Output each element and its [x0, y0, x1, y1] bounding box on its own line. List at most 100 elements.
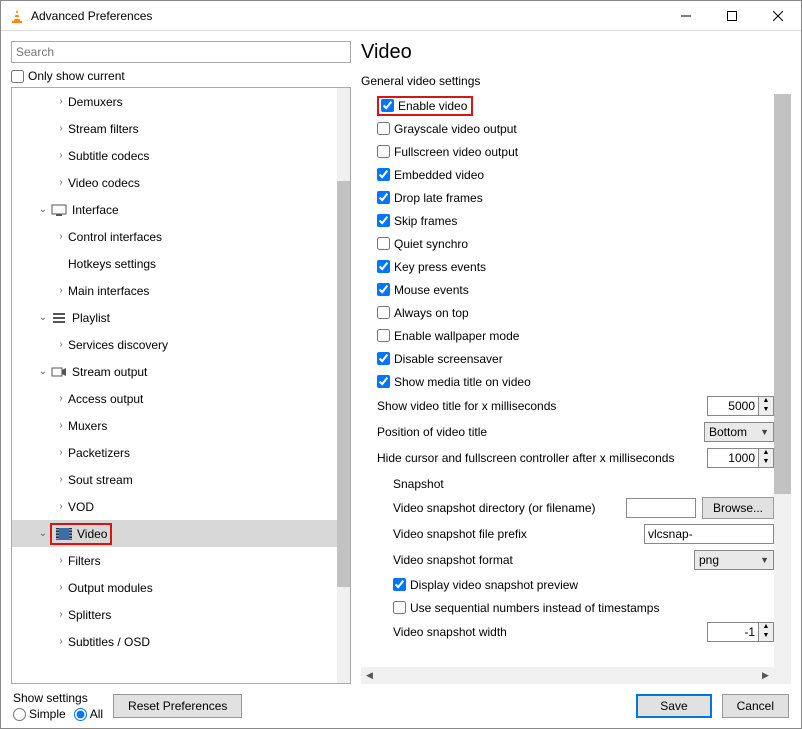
- tree-item-label: Output modules: [68, 581, 153, 595]
- expander-icon[interactable]: ›: [54, 447, 68, 458]
- expander-icon[interactable]: ⌄: [36, 366, 50, 377]
- snapshot-format-combo[interactable]: png▼: [694, 550, 774, 570]
- settings-v-scrollbar[interactable]: [774, 94, 791, 667]
- expander-icon[interactable]: ›: [54, 150, 68, 161]
- tree-subtitle-codecs[interactable]: ›Subtitle codecs: [12, 142, 337, 169]
- close-button[interactable]: [755, 1, 801, 31]
- expander-icon[interactable]: ⌄: [36, 204, 50, 215]
- expander-icon[interactable]: ›: [54, 609, 68, 620]
- tree-item-label: Sout stream: [68, 473, 133, 487]
- tree-sout-stream[interactable]: ›Sout stream: [12, 466, 337, 493]
- tree-item-label: Video: [77, 527, 107, 541]
- expander-icon[interactable]: ›: [54, 474, 68, 485]
- tree-main-interfaces[interactable]: ›Main interfaces: [12, 277, 337, 304]
- chk-drop-late[interactable]: Drop late frames: [377, 186, 774, 209]
- tree-packetizers[interactable]: ›Packetizers: [12, 439, 337, 466]
- tree-services-discovery[interactable]: ›Services discovery: [12, 331, 337, 358]
- save-button[interactable]: Save: [636, 694, 711, 718]
- h-scroll-left[interactable]: ◀: [361, 667, 378, 684]
- tree-filters[interactable]: ›Filters: [12, 547, 337, 574]
- chk-grayscale[interactable]: Grayscale video output: [377, 117, 774, 140]
- radio-all[interactable]: All: [74, 707, 103, 721]
- reset-button[interactable]: Reset Preferences: [113, 694, 242, 718]
- hide-cursor-ms: Hide cursor and fullscreen controller af…: [377, 445, 774, 471]
- expander-icon[interactable]: ›: [54, 339, 68, 350]
- hide-cursor-ms-input[interactable]: [707, 448, 759, 468]
- tree-subtitles-osd[interactable]: ›Subtitles / OSD: [12, 628, 337, 655]
- tree-vod[interactable]: ›VOD: [12, 493, 337, 520]
- chk-enable-video[interactable]: Enable video: [377, 94, 774, 117]
- expander-icon[interactable]: ›: [54, 123, 68, 134]
- tree-item-label: Control interfaces: [68, 230, 162, 244]
- hide-cursor-ms-spinner[interactable]: ▲▼: [759, 448, 774, 468]
- expander-icon[interactable]: ›: [54, 420, 68, 431]
- search-input[interactable]: [11, 41, 351, 63]
- maximize-button[interactable]: [709, 1, 755, 31]
- prefs-tree: ›Demuxers›Stream filters›Subtitle codecs…: [11, 87, 351, 684]
- expander-icon[interactable]: ›: [54, 555, 68, 566]
- tree-scrollbar[interactable]: [337, 88, 350, 683]
- tree-muxers[interactable]: ›Muxers: [12, 412, 337, 439]
- expander-icon[interactable]: ›: [54, 96, 68, 107]
- expander-icon[interactable]: ›: [54, 636, 68, 647]
- check-label: Key press events: [394, 260, 486, 274]
- tree-item-label: Access output: [68, 392, 143, 406]
- snapshot-format: Video snapshot formatpng▼: [377, 547, 774, 573]
- chk-embedded[interactable]: Embedded video: [377, 163, 774, 186]
- tree-scroll-thumb[interactable]: [337, 181, 350, 587]
- show-title-ms-spinner[interactable]: ▲▼: [759, 396, 774, 416]
- tree-stream-output[interactable]: ⌄Stream output: [12, 358, 337, 385]
- chk-always-top[interactable]: Always on top: [377, 301, 774, 324]
- chk-key-press[interactable]: Key press events: [377, 255, 774, 278]
- expander-icon[interactable]: ›: [54, 501, 68, 512]
- tree-interface[interactable]: ⌄Interface: [12, 196, 337, 223]
- tree-demuxers[interactable]: ›Demuxers: [12, 88, 337, 115]
- position-title-combo[interactable]: Bottom▼: [704, 422, 774, 442]
- tree-output-modules[interactable]: ›Output modules: [12, 574, 337, 601]
- expander-icon[interactable]: ⌄: [36, 528, 50, 539]
- expander-icon[interactable]: ›: [54, 393, 68, 404]
- tree-video-codecs[interactable]: ›Video codecs: [12, 169, 337, 196]
- tree-video[interactable]: ⌄ Video: [12, 520, 337, 547]
- tree-access-output[interactable]: ›Access output: [12, 385, 337, 412]
- snapshot-width-spinner[interactable]: ▲▼: [759, 622, 774, 642]
- expander-icon[interactable]: ⌄: [36, 312, 50, 323]
- check-label: Show media title on video: [394, 375, 531, 389]
- chk-snapshot-sequential[interactable]: Use sequential numbers instead of timest…: [377, 596, 774, 619]
- tree-item-label: Filters: [68, 554, 101, 568]
- tree-stream-filters[interactable]: ›Stream filters: [12, 115, 337, 142]
- tree-control-interfaces[interactable]: ›Control interfaces: [12, 223, 337, 250]
- expander-icon[interactable]: ›: [54, 177, 68, 188]
- show-title-ms-input[interactable]: [707, 396, 759, 416]
- expander-icon[interactable]: ›: [54, 582, 68, 593]
- snapshot-prefix-input[interactable]: [644, 524, 774, 544]
- window-title: Advanced Preferences: [31, 9, 663, 23]
- chevron-down-icon: ▼: [760, 555, 769, 565]
- chk-wallpaper[interactable]: Enable wallpaper mode: [377, 324, 774, 347]
- check-label: Always on top: [394, 306, 469, 320]
- chk-fullscreen[interactable]: Fullscreen video output: [377, 140, 774, 163]
- only-show-current-checkbox[interactable]: Only show current: [11, 69, 351, 83]
- tree-splitters[interactable]: ›Splitters: [12, 601, 337, 628]
- chk-show-title[interactable]: Show media title on video: [377, 370, 774, 393]
- chk-quiet-synchro[interactable]: Quiet synchro: [377, 232, 774, 255]
- snapshot-width-input[interactable]: [707, 622, 759, 642]
- snapshot-dir-browse[interactable]: Browse...: [702, 497, 774, 519]
- tree-playlist[interactable]: ⌄Playlist: [12, 304, 337, 331]
- chk-mouse[interactable]: Mouse events: [377, 278, 774, 301]
- expander-icon[interactable]: ›: [54, 285, 68, 296]
- expander-icon[interactable]: ›: [54, 231, 68, 242]
- cancel-button[interactable]: Cancel: [722, 694, 789, 718]
- minimize-button[interactable]: [663, 1, 709, 31]
- settings-h-scrollbar[interactable]: ◀ ▶: [361, 667, 774, 684]
- radio-simple[interactable]: Simple: [13, 707, 66, 721]
- chk-snapshot-preview[interactable]: Display video snapshot preview: [377, 573, 774, 596]
- snapshot-dir-input[interactable]: [626, 498, 696, 518]
- tree-hotkeys[interactable]: Hotkeys settings: [12, 250, 337, 277]
- chk-screensaver[interactable]: Disable screensaver: [377, 347, 774, 370]
- chk-skip-frames[interactable]: Skip frames: [377, 209, 774, 232]
- settings-v-thumb[interactable]: [774, 94, 791, 494]
- h-scroll-right[interactable]: ▶: [757, 667, 774, 684]
- playlist-icon: [50, 310, 68, 326]
- titlebar: Advanced Preferences: [1, 1, 801, 31]
